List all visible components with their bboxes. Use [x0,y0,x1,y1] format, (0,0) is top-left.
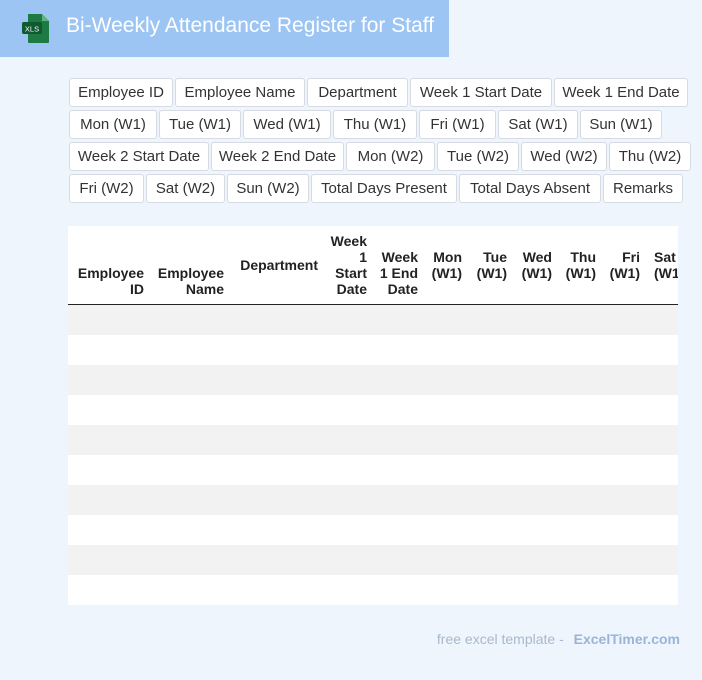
chip-tue-w1[interactable]: Tue (W1) [159,110,241,139]
table-row[interactable] [68,335,678,365]
chip-employee-id[interactable]: Employee ID [69,78,173,107]
chip-department[interactable]: Department [307,78,408,107]
th-wed-w1: Wed (W1) [521,249,552,281]
chip-row-1: Employee ID Employee Name Department Wee… [69,78,699,107]
xls-file-icon: XLS [22,14,49,43]
chip-fri-w2[interactable]: Fri (W2) [69,174,144,203]
chip-wed-w1[interactable]: Wed (W1) [243,110,331,139]
chip-total-absent[interactable]: Total Days Absent [459,174,601,203]
chip-mon-w2[interactable]: Mon (W2) [346,142,435,171]
attendance-table: Employee ID Employee Name Department Wee… [68,226,678,605]
table-row[interactable] [68,395,678,425]
chip-sun-w2[interactable]: Sun (W2) [227,174,309,203]
table-row[interactable] [68,485,678,515]
chip-sat-w2[interactable]: Sat (W2) [146,174,225,203]
table-row[interactable] [68,545,678,575]
footer-credit: free excel template - ExcelTimer.com [437,631,680,647]
table-header: Employee ID Employee Name Department Wee… [68,226,678,305]
table-row[interactable] [68,515,678,545]
chip-employee-name[interactable]: Employee Name [175,78,305,107]
chip-mon-w1[interactable]: Mon (W1) [69,110,157,139]
table-row[interactable] [68,365,678,395]
chip-thu-w1[interactable]: Thu (W1) [333,110,417,139]
chip-sun-w1[interactable]: Sun (W1) [580,110,662,139]
chip-row-4: Fri (W2) Sat (W2) Sun (W2) Total Days Pr… [69,174,699,203]
table-row[interactable] [68,425,678,455]
chip-week1-start[interactable]: Week 1 Start Date [410,78,552,107]
chip-week2-start[interactable]: Week 2 Start Date [69,142,209,171]
th-week1-start: Week 1 Start Date [330,233,367,297]
th-fri-w1: Fri (W1) [609,249,640,281]
field-chips: Employee ID Employee Name Department Wee… [69,78,699,206]
chip-total-present[interactable]: Total Days Present [311,174,457,203]
page-title: Bi-Weekly Attendance Register for Staff [66,14,435,37]
footer-brand-link[interactable]: ExcelTimer.com [574,631,680,647]
th-employee-name: Employee Name [157,265,224,297]
chip-week1-end[interactable]: Week 1 End Date [554,78,688,107]
chip-week2-end[interactable]: Week 2 End Date [211,142,344,171]
chip-fri-w1[interactable]: Fri (W1) [419,110,496,139]
th-department: Department [240,257,318,273]
th-employee-id: Employee ID [77,265,144,297]
table-row[interactable] [68,575,678,605]
chip-row-2: Mon (W1) Tue (W1) Wed (W1) Thu (W1) Fri … [69,110,699,139]
table-row[interactable] [68,305,678,335]
table-row[interactable] [68,455,678,485]
svg-text:XLS: XLS [25,25,39,34]
chip-thu-w2[interactable]: Thu (W2) [609,142,691,171]
chip-remarks[interactable]: Remarks [603,174,683,203]
chip-sat-w1[interactable]: Sat (W1) [498,110,578,139]
chip-wed-w2[interactable]: Wed (W2) [521,142,607,171]
th-thu-w1: Thu (W1) [565,249,596,281]
th-mon-w1: Mon (W1) [431,249,462,281]
th-week1-end: Week 1 End Date [379,249,418,297]
title-banner: XLS Bi-Weekly Attendance Register for St… [0,0,449,57]
th-tue-w1: Tue (W1) [476,249,507,281]
chip-tue-w2[interactable]: Tue (W2) [437,142,519,171]
footer-text: free excel template - [436,631,564,647]
chip-row-3: Week 2 Start Date Week 2 End Date Mon (W… [69,142,699,171]
th-sat-w1: Sat (W1) [654,249,678,281]
